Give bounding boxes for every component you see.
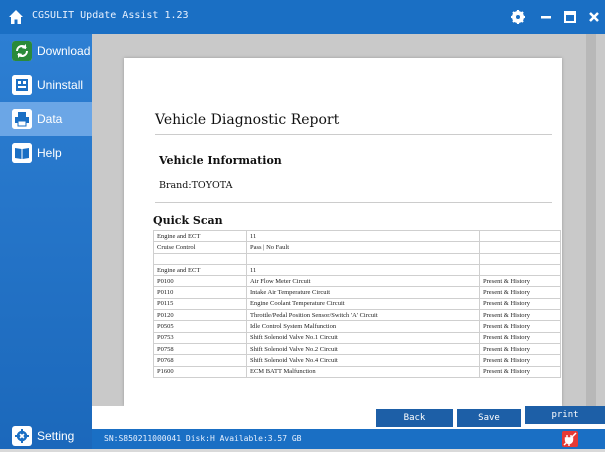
table-cell: Air Flow Meter Circuit [246, 275, 480, 288]
table-cell: P0758 [153, 342, 247, 356]
table-cell [246, 252, 480, 265]
table-cell: P1600 [153, 365, 247, 378]
table-row: P0100 Air Flow Meter Circuit Present & His… [153, 275, 561, 288]
table-cell: Present & History [479, 365, 561, 378]
app-title: CGSULIT Update Assist 1.23 [32, 10, 189, 21]
sidebar-item-uninstall[interactable]: Uninstall [0, 68, 92, 102]
brand-value: Brand:TOYOTA [159, 180, 233, 191]
sidebar-item-data[interactable]: Data [0, 102, 92, 136]
quick-scan-heading: Quick Scan [153, 214, 223, 227]
table-row: P0110 Intake Air Temperature Circuit Prese… [153, 286, 561, 299]
table-cell: Present & History [479, 275, 561, 288]
gear-icon[interactable] [509, 8, 527, 26]
table-row: P0505 Idle Control System Malfunction Pres… [153, 320, 561, 333]
vehicle-info-heading: Vehicle Information [159, 154, 282, 167]
table-row: P0753 Shift Solenoid Valve No.1 Circuit Pr… [153, 331, 561, 344]
table-cell: Present & History [479, 320, 561, 333]
table-cell [479, 263, 561, 277]
table-row: P0758 Shift Solenoid Valve No.2 Circuit Pr… [153, 342, 561, 356]
sidebar-item-download[interactable]: Download [0, 34, 92, 68]
table-cell: P0768 [153, 354, 247, 367]
report-viewer: Vehicle Diagnostic Report Vehicle Inform… [92, 34, 605, 406]
uninstall-icon [12, 75, 32, 95]
print-button[interactable]: print [525, 406, 605, 424]
quick-scan-table: Engine and ECT 11 Cruise Control Pass | No … [153, 229, 561, 378]
table-cell [479, 229, 561, 243]
table-cell: Cruise Control [153, 241, 247, 254]
table-cell: P0505 [153, 320, 247, 333]
sidebar-item-label: Help [37, 146, 62, 160]
sidebar-item-label: Uninstall [37, 78, 84, 92]
table-cell: P0753 [153, 331, 247, 344]
refresh-icon [12, 41, 32, 61]
table-cell: Intake Air Temperature Circuit [246, 286, 480, 299]
table-cell: Present & History [479, 354, 561, 367]
table-cell: Idle Control System Malfunction [246, 320, 480, 333]
table-cell: Shift Solenoid Valve No.1 Circuit [246, 331, 480, 344]
minimize-icon[interactable] [537, 8, 555, 26]
table-cell: 11 [246, 229, 480, 243]
report-page: Vehicle Diagnostic Report Vehicle Inform… [124, 58, 562, 406]
report-title: Vehicle Diagnostic Report [155, 112, 340, 128]
table-cell: Engine and ECT [153, 229, 247, 243]
table-cell: Shift Solenoid Valve No.4 Circuit [246, 354, 480, 367]
setting-button[interactable]: Setting [0, 424, 92, 449]
table-cell: Engine Coolant Temperature Circuit [246, 297, 480, 311]
maximize-icon[interactable] [561, 8, 579, 26]
setting-label: Setting [37, 429, 75, 443]
table-cell [153, 252, 247, 265]
close-icon[interactable] [585, 8, 603, 26]
scrollbar[interactable] [586, 34, 596, 406]
table-row: Engine and ECT 11 [153, 263, 561, 277]
table-cell: P0115 [153, 297, 247, 311]
table-cell: P0110 [153, 286, 247, 299]
table-cell [479, 241, 561, 254]
table-cell: Present & History [479, 331, 561, 344]
sidebar-item-label: Data [37, 112, 63, 126]
table-cell: 11 [246, 263, 480, 277]
table-cell: ECM BATT Malfunction [246, 365, 480, 378]
table-row [153, 252, 561, 265]
table-row: Cruise Control Pass | No Fault [153, 241, 561, 254]
table-row: P0120 Throttle/Pedal Position Sensor/Swit… [153, 309, 561, 322]
table-cell: Shift Solenoid Valve No.2 Circuit [246, 342, 480, 356]
table-cell: P0120 [153, 309, 247, 322]
table-row: P0768 Shift Solenoid Valve No.4 Circuit Pr… [153, 354, 561, 367]
table-row: P1600 ECM BATT Malfunction Present & Histo… [153, 365, 561, 378]
status-bar: SN:S850211000041 Disk:H Available:3.57 G… [92, 429, 605, 449]
table-cell: P0100 [153, 275, 247, 288]
table-cell: Present & History [479, 286, 561, 299]
table-cell: Pass | No Fault [246, 241, 480, 254]
divider [155, 134, 552, 135]
plug-icon [562, 431, 578, 447]
save-button[interactable]: Save [457, 409, 521, 427]
table-cell: Present & History [479, 309, 561, 322]
title-bar: CGSULIT Update Assist 1.23 [0, 0, 605, 34]
table-row: P0115 Engine Coolant Temperature Circuit P… [153, 297, 561, 311]
status-text: SN:S850211000041 Disk:H Available:3.57 G… [104, 434, 302, 443]
table-cell [479, 252, 561, 265]
home-icon[interactable] [8, 9, 24, 25]
table-cell: Present & History [479, 297, 561, 311]
table-cell: Throttle/Pedal Position Sensor/Switch 'A… [246, 309, 480, 322]
back-button[interactable]: Back [376, 409, 453, 427]
action-bar: Back Save print [92, 406, 605, 429]
printer-icon [12, 109, 32, 129]
divider [155, 202, 552, 203]
sidebar-item-label: Download [37, 44, 91, 58]
sidebar: Download Uninstall Data Help [0, 34, 92, 449]
book-icon [12, 143, 32, 163]
table-row: Engine and ECT 11 [153, 229, 561, 243]
gear-icon [12, 426, 32, 446]
table-cell: Present & History [479, 342, 561, 356]
sidebar-item-help[interactable]: Help [0, 136, 92, 170]
table-cell: Engine and ECT [153, 263, 247, 277]
